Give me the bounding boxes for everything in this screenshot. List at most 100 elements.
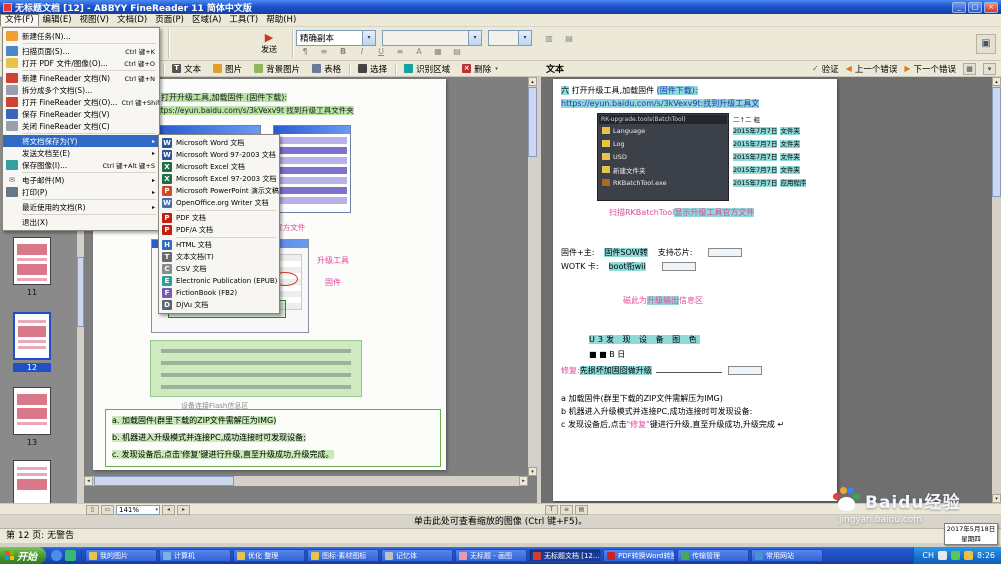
submenu-item-pdf[interactable]: PPDF 文档 — [159, 212, 279, 224]
italic-button[interactable]: I — [353, 44, 371, 58]
minimize-button[interactable]: _ — [952, 2, 966, 13]
close-button[interactable]: × — [984, 2, 998, 13]
screenshot-reader-button[interactable]: ▣ — [976, 34, 996, 54]
desktop-icon[interactable] — [65, 550, 76, 561]
taskbar-item-transfer[interactable]: 传输管理 — [677, 549, 749, 562]
submenu-item-word-97[interactable]: WMicrosoft Word 97-2003 文档 — [159, 149, 279, 161]
menu-item-send-document-to[interactable]: 发送文档至(E)▸ — [3, 147, 159, 159]
zoom-level-select[interactable]: 141% ▾ — [116, 505, 160, 515]
tray-icon[interactable] — [951, 551, 960, 560]
cells-button[interactable]: ▤ — [448, 44, 466, 58]
browser-icon[interactable] — [51, 550, 62, 561]
scrollbar-thumb[interactable] — [528, 87, 537, 157]
page-number-13[interactable]: 13 — [13, 438, 51, 447]
text-vertical-scrollbar[interactable]: ▴ ▾ — [992, 77, 1001, 503]
bold-button[interactable]: B — [334, 44, 352, 58]
select-tool[interactable]: 选择 — [353, 62, 392, 76]
scrollbar-thumb[interactable] — [94, 476, 234, 486]
delete-area-button[interactable]: × 删除 ▾ — [457, 62, 503, 76]
menu-item-close-document[interactable]: 关闭 FineReader 文档(C) — [3, 120, 159, 132]
previous-page-button[interactable]: ◂ — [162, 505, 175, 515]
taskbar-item-finereader-active[interactable]: 无标题文档 [12... — [529, 549, 601, 562]
taskbar-item-my-pictures[interactable]: 我的图片 — [85, 549, 157, 562]
taskbar-item-pdf-converter[interactable]: PDF转换Word转换器 — [603, 549, 675, 562]
panel-layout-button[interactable]: ▦ — [963, 63, 976, 75]
font-color-button[interactable]: A — [410, 44, 428, 58]
menu-item-exit[interactable]: 退出(X) — [3, 216, 159, 228]
scroll-down-icon[interactable]: ▾ — [992, 494, 1001, 503]
menu-item-scan-pages[interactable]: 扫描页面(S)...Ctrl 键+K — [3, 45, 159, 57]
menu-item-open-pdf-image[interactable]: 打开 PDF 文件/图像(O)...Ctrl 键+O — [3, 57, 159, 69]
chevron-down-icon[interactable]: ▾ — [495, 66, 498, 72]
taskbar-item-computer[interactable]: 计算机 — [159, 549, 231, 562]
chevron-down-icon[interactable]: ▾ — [155, 507, 159, 513]
verify-button[interactable]: ✓ 验证 — [812, 63, 839, 75]
menu-item-new-document[interactable]: 新建 FineReader 文档(N)Ctrl 键+N — [3, 72, 159, 84]
taskbar-item-folder2[interactable]: 图标·素材图标 — [307, 549, 379, 562]
submenu-item-powerpoint[interactable]: PMicrosoft PowerPoint 演示文稿 — [159, 185, 279, 197]
page-thumbnail-11[interactable] — [13, 237, 51, 285]
submenu-item-csv[interactable]: CCSV 文档 — [159, 263, 279, 275]
columns-icon[interactable]: ▥ — [540, 30, 558, 46]
text-size-button[interactable]: T — [545, 505, 558, 515]
menu-page[interactable]: 页面(P) — [151, 14, 188, 26]
menu-help[interactable]: 帮助(H) — [262, 14, 300, 26]
background-image-tool[interactable]: 背景图片 — [249, 62, 305, 76]
menu-tools[interactable]: 工具(T) — [225, 14, 262, 26]
taskbar-item-websites[interactable]: 常用网站 — [751, 549, 823, 562]
scroll-left-icon[interactable]: ◂ — [84, 476, 93, 486]
text-area-tool[interactable]: T 文本 — [167, 62, 206, 76]
chevron-down-icon[interactable]: ▾ — [518, 31, 531, 45]
menu-item-email[interactable]: ✉电子邮件(M)▸ — [3, 174, 159, 186]
fit-page-button[interactable]: ▯ — [86, 505, 99, 515]
menu-file[interactable]: 文件(F) — [0, 14, 39, 26]
scrollbar-thumb[interactable] — [77, 257, 84, 327]
menu-item-print[interactable]: 打印(P)▸ — [3, 186, 159, 198]
next-error-button[interactable]: ▶ 下一个错误 — [904, 63, 956, 75]
fit-width-button[interactable]: ▭ — [101, 505, 114, 515]
menu-item-save-document[interactable]: 保存 FineReader 文档(V) — [3, 108, 159, 120]
scroll-right-icon[interactable]: ▸ — [519, 476, 528, 486]
menu-item-save-images[interactable]: 保存图像(I)...Ctrl 键+Alt 键+S — [3, 159, 159, 171]
tray-icon[interactable] — [938, 551, 947, 560]
image-area-tool[interactable]: 图片 — [208, 62, 247, 76]
submenu-item-fb2[interactable]: FFictionBook (FB2) — [159, 287, 279, 299]
send-button[interactable]: ▶ 发送 — [250, 28, 288, 59]
maximize-button[interactable]: □ — [968, 2, 982, 13]
submenu-item-excel-97[interactable]: XMicrosoft Excel 97-2003 文档 — [159, 173, 279, 185]
page-number-11[interactable]: 11 — [13, 288, 51, 297]
previous-error-button[interactable]: ◀ 上一个错误 — [846, 63, 898, 75]
submenu-item-djvu[interactable]: DDjVu 文档 — [159, 299, 279, 311]
menu-item-new-task[interactable]: 新建任务(N)... — [3, 30, 159, 42]
table-area-tool[interactable]: 表格 — [307, 62, 346, 76]
menu-view[interactable]: 视图(V) — [76, 14, 113, 26]
menu-item-open-document[interactable]: 打开 FineReader 文档(O)...Ctrl 键+Shift 键+N — [3, 96, 159, 108]
language-indicator[interactable]: CH — [922, 551, 934, 560]
submenu-item-word[interactable]: WMicrosoft Word 文档 — [159, 137, 279, 149]
submenu-item-text[interactable]: T文本文档(T) — [159, 251, 279, 263]
align-button[interactable]: ≡ — [391, 44, 409, 58]
grid-view-button[interactable]: ▤ — [575, 505, 588, 515]
table-button[interactable]: ▦ — [429, 44, 447, 58]
scroll-up-icon[interactable]: ▴ — [992, 77, 1001, 86]
pilcrow-button[interactable]: ¶ — [296, 44, 314, 58]
chevron-down-icon[interactable]: ▾ — [362, 31, 375, 45]
submenu-item-pdfa[interactable]: PPDF/A 文档 — [159, 224, 279, 236]
panel-menu-button[interactable]: ▾ — [983, 63, 996, 75]
list-view-button[interactable]: ≡ — [560, 505, 573, 515]
submenu-item-excel[interactable]: XMicrosoft Excel 文档 — [159, 161, 279, 173]
underline-button[interactable]: U — [372, 44, 390, 58]
font-size-select[interactable]: ▾ — [488, 30, 532, 46]
grid-icon[interactable]: ▤ — [560, 30, 578, 46]
page-thumbnail-14[interactable] — [13, 460, 51, 508]
menu-area[interactable]: 区域(A) — [188, 14, 225, 26]
scroll-up-icon[interactable]: ▴ — [528, 77, 537, 86]
taskbar-item-memory[interactable]: 记忆体 — [381, 549, 453, 562]
start-button[interactable]: 开始 — [0, 547, 46, 564]
page-thumbnail-13[interactable] — [13, 387, 51, 435]
page-thumbnail-12-selected[interactable] — [13, 312, 51, 360]
next-page-button[interactable]: ▸ — [177, 505, 190, 515]
recognize-area-button[interactable]: 识别区域 — [399, 62, 455, 76]
menu-edit[interactable]: 编辑(E) — [39, 14, 76, 26]
scrollbar-thumb[interactable] — [992, 87, 1001, 197]
